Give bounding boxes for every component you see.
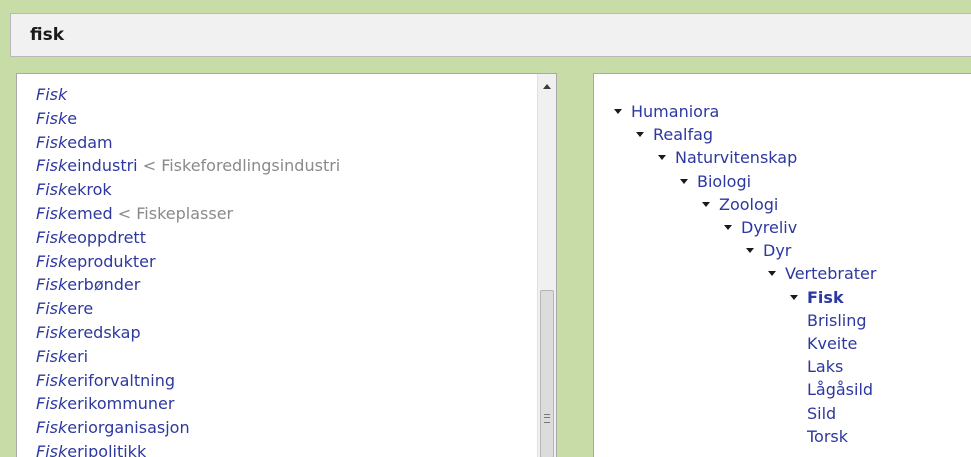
result-match: Fisk: [36, 180, 68, 200]
tree-node-label: Lågåsild: [807, 380, 874, 400]
result-match: Fisk: [36, 275, 68, 295]
result-item[interactable]: Fiskeindustri < Fiskeforedlingsindustri: [36, 154, 340, 178]
result-item[interactable]: Fisk: [36, 83, 340, 107]
result-item[interactable]: Fiskeriforvaltning: [36, 369, 340, 393]
tree-node[interactable]: Laks: [807, 355, 843, 379]
scrollbar-thumb[interactable]: [540, 290, 554, 457]
caret-down-icon[interactable]: [724, 225, 732, 230]
results-list: Fisk Fiske Fiskedam Fiskeindustri < Fiskefo…: [36, 83, 340, 457]
result-match: Fisk: [36, 108, 68, 128]
tree-node[interactable]: Torsk: [807, 425, 848, 449]
result-rest: eripolitikk: [67, 441, 147, 457]
result-rest: ekrok: [67, 180, 112, 200]
result-rest: e: [67, 108, 78, 128]
result-item[interactable]: Fiskeripolitikk: [36, 440, 340, 457]
result-match: Fisk: [36, 85, 68, 104]
result-rest: eoppdrett: [67, 227, 146, 247]
result-rest: erbønder: [67, 275, 141, 295]
tree-node-label: Sild: [807, 403, 837, 423]
tree-node[interactable]: Vertebrater: [768, 262, 876, 286]
result-item[interactable]: Fiskemed < Fiskeplasser: [36, 202, 340, 226]
caret-down-icon[interactable]: [680, 178, 688, 184]
result-match: Fisk: [36, 418, 68, 438]
results-list-panel: Fisk Fiske Fiskedam Fiskeindustri < Fiskefo…: [16, 73, 557, 457]
result-match: Fisk: [36, 370, 68, 390]
result-rest: eprodukter: [67, 251, 156, 271]
result-item[interactable]: Fiskere: [36, 297, 340, 321]
result-item[interactable]: Fiskeredskap: [36, 321, 340, 345]
caret-down-icon[interactable]: [790, 294, 798, 300]
result-item[interactable]: Fiskedam: [36, 131, 340, 155]
tree-node-label: Laks: [807, 357, 844, 377]
result-rest: eindustri: [67, 156, 138, 176]
result-rest: eri: [67, 346, 89, 366]
result-item[interactable]: Fiskeriorganisasjon: [36, 416, 340, 440]
tree-node[interactable]: Dyr: [746, 239, 791, 263]
result-item[interactable]: Fiskeprodukter: [36, 250, 340, 274]
result-item[interactable]: Fiske: [36, 107, 340, 131]
caret-down-icon[interactable]: [702, 201, 710, 207]
caret-down-icon[interactable]: [658, 155, 666, 161]
tree-node-label: Humaniora: [631, 102, 720, 121]
result-match: Fisk: [36, 299, 68, 319]
result-item[interactable]: Fiskekrok: [36, 178, 340, 202]
search-input[interactable]: fisk: [10, 13, 971, 57]
result-match: Fisk: [36, 227, 68, 247]
tree-node-label: Fisk: [807, 287, 844, 307]
search-bar: fisk: [0, 0, 971, 66]
caret-down-icon[interactable]: [614, 109, 622, 114]
tree-node-label: Naturvitenskap: [675, 148, 798, 168]
caret-down-icon[interactable]: [636, 132, 644, 138]
result-item[interactable]: Fiskerikommuner: [36, 392, 340, 416]
tree-node-label: Torsk: [807, 426, 849, 446]
result-match: Fisk: [36, 203, 68, 223]
tree-node[interactable]: Zoologi: [702, 193, 778, 217]
tree-node-label: Kveite: [807, 334, 858, 353]
result-item[interactable]: Fiskeri: [36, 345, 340, 369]
tree-node[interactable]: Brisling: [807, 309, 867, 333]
result-item[interactable]: Fiskeoppdrett: [36, 226, 340, 250]
result-match: Fisk: [36, 322, 68, 342]
arrow-up-icon[interactable]: [543, 84, 551, 89]
result-rest: ere: [67, 299, 94, 319]
tree-node[interactable]: Naturvitenskap: [658, 146, 797, 170]
search-query: fisk: [30, 25, 65, 45]
result-rest: edam: [67, 132, 113, 152]
tree-node[interactable]: Lågåsild: [807, 378, 873, 402]
result-match: Fisk: [36, 346, 68, 366]
tree-node[interactable]: Realfag: [636, 123, 713, 147]
hierarchy-tree-panel: Humaniora Realfag Naturvitenskap Biologi Zoo…: [593, 73, 971, 457]
scroll-grip-icon: [544, 414, 550, 423]
tree-node[interactable]: Humaniora: [614, 100, 719, 124]
result-rest: eriorganisasjon: [67, 418, 190, 438]
results-scrollbar[interactable]: [537, 74, 556, 457]
result-match: Fisk: [36, 441, 68, 457]
caret-down-icon[interactable]: [768, 271, 776, 277]
tree-node-label: Realfag: [653, 125, 714, 145]
result-rest: emed: [67, 203, 113, 223]
result-match: Fisk: [36, 251, 68, 271]
result-alternate: < Fiskeplasser: [112, 203, 234, 223]
tree-node-label: Dyr: [763, 241, 792, 261]
tree-node-label: Biologi: [697, 171, 752, 191]
result-rest: eredskap: [67, 322, 141, 342]
result-match: Fisk: [36, 394, 68, 414]
tree-node-label: Vertebrater: [785, 264, 877, 284]
result-rest: erikommuner: [67, 394, 175, 414]
result-alternate: < Fiskeforedlingsindustri: [137, 156, 341, 176]
tree-node-label: Brisling: [807, 310, 867, 330]
result-match: Fisk: [36, 156, 68, 176]
tree-node-label: Dyreliv: [741, 218, 798, 237]
result-rest: eriforvaltning: [67, 370, 175, 390]
tree-node[interactable]: Biologi: [680, 170, 751, 194]
result-match: Fisk: [36, 132, 68, 152]
tree-node[interactable]: Kveite: [807, 332, 857, 356]
tree-node-label: Zoologi: [719, 194, 779, 214]
tree-node[interactable]: Dyreliv: [724, 216, 797, 240]
caret-down-icon[interactable]: [746, 248, 754, 254]
tree-node-current[interactable]: Fisk: [790, 286, 844, 310]
result-item[interactable]: Fiskerbønder: [36, 273, 340, 297]
tree-node[interactable]: Sild: [807, 402, 836, 426]
